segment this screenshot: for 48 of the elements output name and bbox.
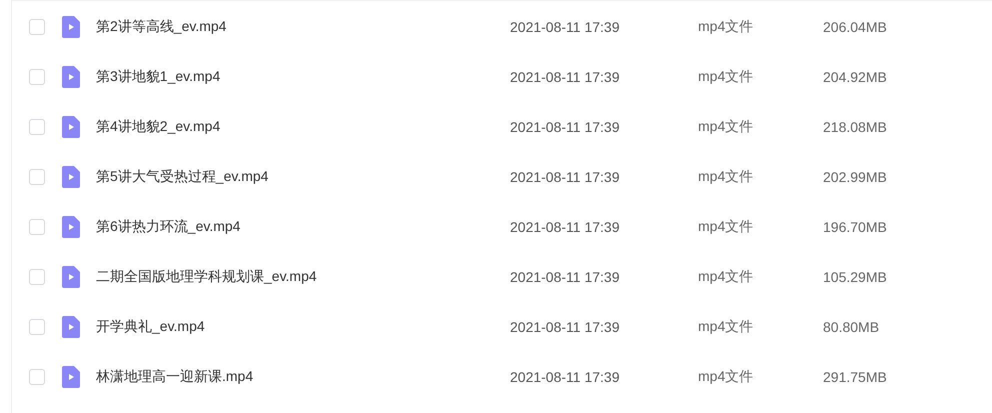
- video-file-icon: [62, 16, 80, 38]
- checkbox[interactable]: [29, 319, 45, 335]
- file-name[interactable]: 开学典礼_ev.mp4: [96, 318, 205, 336]
- file-name[interactable]: 第5讲大气受热过程_ev.mp4: [96, 168, 268, 186]
- modified-time: 2021-08-11 17:39: [510, 69, 620, 85]
- file-size: 202.99MB: [823, 169, 887, 185]
- video-file-icon: [62, 366, 80, 388]
- file-name[interactable]: 第2讲等高线_ev.mp4: [96, 18, 226, 36]
- checkbox[interactable]: [29, 369, 45, 385]
- file-name[interactable]: 二期全国版地理学科规划课_ev.mp4: [96, 268, 317, 286]
- checkbox[interactable]: [29, 269, 45, 285]
- file-name[interactable]: 第4讲地貌2_ev.mp4: [96, 118, 220, 136]
- checkbox[interactable]: [29, 219, 45, 235]
- file-size: 291.75MB: [823, 369, 887, 385]
- modified-time: 2021-08-11 17:39: [510, 169, 620, 185]
- modified-time: 2021-08-11 17:39: [510, 269, 620, 285]
- file-name[interactable]: 第6讲热力环流_ev.mp4: [96, 218, 240, 236]
- modified-time: 2021-08-11 17:39: [510, 119, 620, 135]
- modified-time: 2021-08-11 17:39: [510, 319, 620, 335]
- file-type: mp4文件: [698, 168, 754, 186]
- file-type: mp4文件: [698, 18, 754, 36]
- file-size: 196.70MB: [823, 219, 887, 235]
- file-size: 80.80MB: [823, 319, 880, 335]
- file-type: mp4文件: [698, 68, 754, 86]
- file-type: mp4文件: [698, 268, 754, 286]
- checkbox[interactable]: [29, 119, 45, 135]
- video-file-icon: [62, 216, 80, 238]
- modified-time: 2021-08-11 17:39: [510, 219, 620, 235]
- file-name[interactable]: 第3讲地貌1_ev.mp4: [96, 68, 220, 86]
- checkbox[interactable]: [29, 169, 45, 185]
- file-name[interactable]: 林潇地理高一迎新课.mp4: [96, 368, 254, 386]
- video-file-icon: [62, 166, 80, 188]
- video-file-icon: [62, 116, 80, 138]
- video-file-icon: [62, 316, 80, 338]
- modified-time: 2021-08-11 17:39: [510, 369, 620, 385]
- modified-time: 2021-08-11 17:39: [510, 19, 620, 35]
- file-type: mp4文件: [698, 118, 754, 136]
- file-type: mp4文件: [698, 318, 754, 336]
- file-size: 218.08MB: [823, 119, 887, 135]
- file-type: mp4文件: [698, 218, 754, 236]
- checkbox[interactable]: [29, 69, 45, 85]
- checkbox[interactable]: [29, 19, 45, 35]
- file-size: 105.29MB: [823, 269, 887, 285]
- file-size: 204.92MB: [823, 69, 887, 85]
- file-size: 206.04MB: [823, 19, 887, 35]
- video-file-icon: [62, 66, 80, 88]
- video-file-icon: [62, 266, 80, 288]
- file-type: mp4文件: [698, 368, 754, 386]
